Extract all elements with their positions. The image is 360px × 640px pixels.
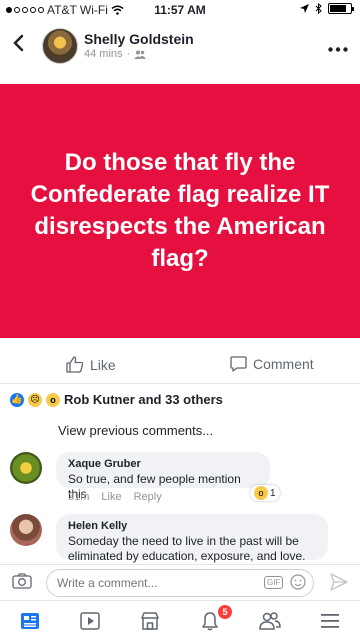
post-text: Do those that fly the Confederate flag r…	[30, 149, 330, 272]
friends-audience-icon[interactable]	[134, 50, 147, 59]
comment-like-button[interactable]: Like	[101, 491, 121, 503]
more-dots-icon	[328, 47, 348, 52]
action-bar: Like Comment	[0, 350, 360, 384]
tab-notifications[interactable]: 5	[180, 601, 240, 640]
camera-icon[interactable]	[12, 573, 32, 589]
reactions-label: Rob Kutner and 33 others	[64, 392, 223, 407]
bottom-tab-bar: 5	[0, 600, 360, 640]
tab-friends[interactable]	[240, 601, 300, 640]
emoji-icon[interactable]	[290, 574, 306, 590]
comment-bubble[interactable]: Helen Kelly Someday the need to live in …	[56, 514, 328, 563]
comment-time: 31m	[68, 491, 90, 503]
commenter-name[interactable]: Xaque Gruber	[68, 458, 258, 470]
author-name[interactable]: Shelly Goldstein	[84, 31, 194, 47]
status-right	[300, 3, 354, 14]
post-header: Shelly Goldstein 44 mins ·	[0, 26, 360, 66]
comment-bubble[interactable]: Xaque Gruber So true, and few people men…	[56, 452, 270, 501]
notifications-badge: 5	[218, 605, 232, 619]
comment-reply-button[interactable]: Reply	[134, 491, 162, 503]
battery-icon	[328, 3, 354, 14]
comment-button[interactable]: Comment	[230, 356, 314, 372]
comment-actions: 31m Like Reply	[68, 491, 162, 503]
like-label: Like	[90, 356, 116, 373]
post-card[interactable]: Do those that fly the Confederate flag r…	[0, 84, 360, 338]
send-icon[interactable]	[330, 573, 348, 591]
thumbs-up-icon	[66, 356, 84, 373]
sad-reaction-icon: ☹	[28, 392, 42, 407]
comment-text: Someday the need to live in the past wil…	[68, 534, 306, 563]
post-time[interactable]: 44 mins	[84, 48, 123, 60]
hamburger-menu-icon	[321, 613, 339, 628]
tab-menu[interactable]	[300, 601, 360, 640]
commenter-name[interactable]: Helen Kelly	[68, 520, 316, 532]
like-button[interactable]: Like	[66, 356, 116, 373]
comment-reaction-number: 1	[270, 487, 276, 499]
commenter-avatar[interactable]	[10, 452, 42, 484]
commenter-avatar[interactable]	[10, 514, 42, 546]
marketplace-icon	[141, 611, 159, 630]
comment-bubble-icon	[230, 356, 247, 372]
bluetooth-icon	[315, 3, 322, 14]
comment-label: Comment	[253, 356, 314, 372]
comment-composer: GIF	[0, 564, 360, 600]
like-reaction-icon: 👍	[10, 392, 24, 407]
post-meta: 44 mins ·	[84, 48, 147, 60]
wow-reaction-icon: o	[46, 392, 60, 407]
video-play-icon	[80, 611, 100, 630]
author-avatar[interactable]	[42, 28, 78, 64]
status-bar: AT&T Wi-Fi 11:57 AM	[0, 0, 360, 20]
tab-marketplace[interactable]	[120, 601, 180, 640]
news-feed-icon	[21, 612, 39, 629]
comment-reaction-count[interactable]: o 1	[250, 485, 280, 501]
back-button[interactable]	[12, 34, 24, 56]
chevron-left-icon	[13, 34, 24, 52]
gif-button[interactable]: GIF	[264, 576, 284, 589]
tab-news-feed[interactable]	[0, 601, 60, 640]
bell-icon	[202, 611, 218, 630]
friends-icon	[259, 611, 281, 630]
meta-separator: ·	[126, 48, 131, 60]
location-icon	[300, 4, 309, 13]
more-options-button[interactable]	[328, 36, 348, 57]
reactions-summary[interactable]: 👍 ☹ o Rob Kutner and 33 others	[10, 392, 223, 407]
view-previous-comments[interactable]: View previous comments...	[58, 423, 213, 438]
tab-watch[interactable]	[60, 601, 120, 640]
wow-reaction-icon: o	[254, 486, 268, 500]
